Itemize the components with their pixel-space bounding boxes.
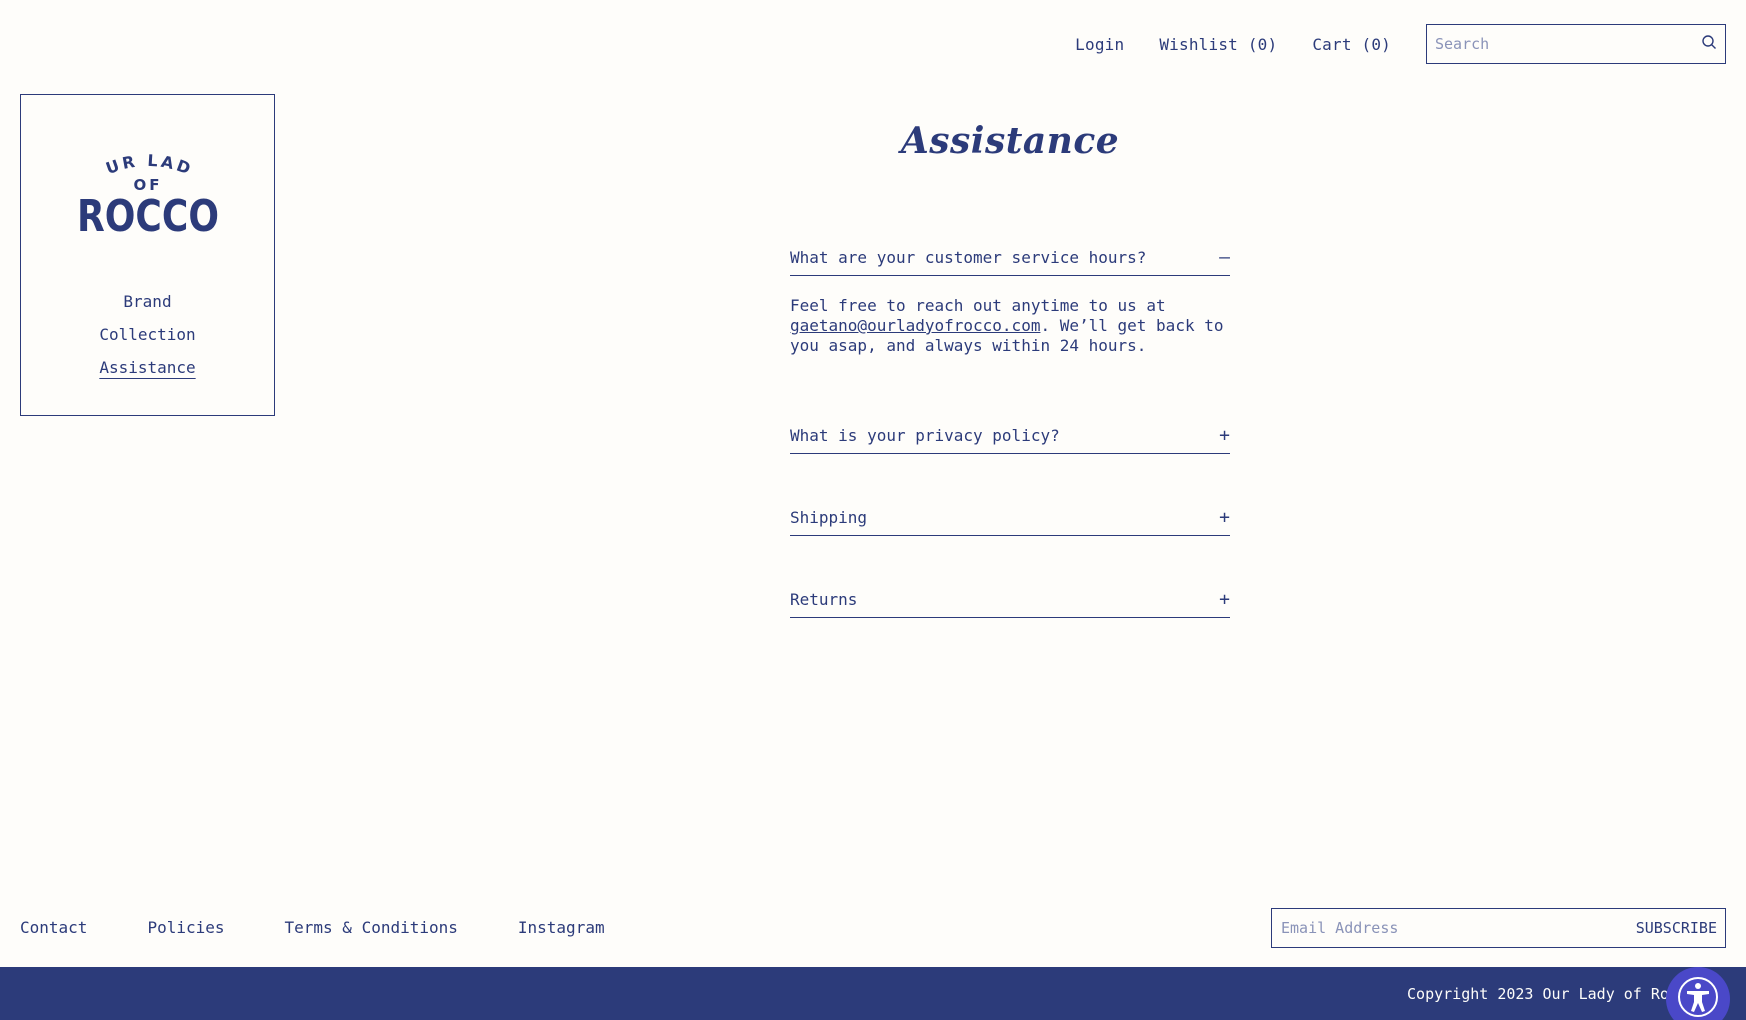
footer-link-contact[interactable]: Contact — [20, 918, 87, 937]
faq-question-text: What is your privacy policy? — [790, 426, 1060, 445]
search-input[interactable] — [1435, 35, 1701, 53]
header-nav: Login Wishlist (0) Cart (0) — [1075, 24, 1726, 64]
faq-question-text: What are your customer service hours? — [790, 248, 1147, 267]
page: Login Wishlist (0) Cart (0) OUR LADY — [0, 0, 1746, 1020]
wishlist-link[interactable]: Wishlist (0) — [1159, 35, 1277, 54]
faq-question-text: Returns — [790, 590, 858, 609]
expand-icon[interactable]: + — [1219, 590, 1230, 609]
sidebar-item-collection[interactable]: Collection — [99, 318, 195, 351]
collapse-icon[interactable]: — — [1219, 248, 1230, 267]
footer-link-instagram[interactable]: Instagram — [518, 918, 605, 937]
faq-answer-text: Feel free to reach out anytime to us at — [790, 296, 1166, 315]
newsletter-form: SUBSCRIBE — [1271, 908, 1726, 948]
sidebar-item-brand[interactable]: Brand — [123, 285, 171, 318]
faq-question-privacy[interactable]: What is your privacy policy? + — [790, 426, 1230, 454]
cart-link[interactable]: Cart (0) — [1312, 35, 1391, 54]
email-link[interactable]: gaetano@ourladyofrocco.com — [790, 316, 1040, 335]
faq-list: What are your customer service hours? — … — [790, 248, 1230, 672]
faq-answer-hours: Feel free to reach out anytime to us at … — [790, 296, 1230, 356]
search-box — [1426, 24, 1726, 64]
faq-item-shipping: Shipping + — [790, 508, 1230, 536]
subscribe-button[interactable]: SUBSCRIBE — [1628, 919, 1725, 937]
faq-question-shipping[interactable]: Shipping + — [790, 508, 1230, 536]
sidebar-item-assistance[interactable]: Assistance — [99, 351, 195, 384]
search-icon[interactable] — [1701, 34, 1717, 54]
faq-item-privacy: What is your privacy policy? + — [790, 426, 1230, 454]
page-title: Assistance — [900, 120, 1120, 162]
expand-icon[interactable]: + — [1219, 426, 1230, 445]
footer-link-policies[interactable]: Policies — [147, 918, 224, 937]
footer-link-terms[interactable]: Terms & Conditions — [285, 918, 458, 937]
faq-question-hours[interactable]: What are your customer service hours? — — [790, 248, 1230, 276]
expand-icon[interactable]: + — [1219, 508, 1230, 527]
login-link[interactable]: Login — [1075, 35, 1124, 54]
accessibility-icon — [1676, 975, 1720, 1020]
email-input[interactable] — [1281, 919, 1628, 937]
faq-question-text: Shipping — [790, 508, 868, 527]
footer-nav: Contact Policies Terms & Conditions Inst… — [20, 918, 665, 937]
copyright-text: Copyright 2023 Our Lady of Rocco — [1407, 985, 1696, 1003]
sidebar-nav: Brand Collection Assistance — [21, 285, 274, 384]
faq-question-returns[interactable]: Returns + — [790, 590, 1230, 618]
faq-item-hours: What are your customer service hours? — … — [790, 248, 1230, 356]
faq-item-returns: Returns + — [790, 590, 1230, 618]
footer-bar: Copyright 2023 Our Lady of Rocco — [0, 967, 1746, 1020]
logo-line3: ROCCO — [77, 191, 219, 237]
